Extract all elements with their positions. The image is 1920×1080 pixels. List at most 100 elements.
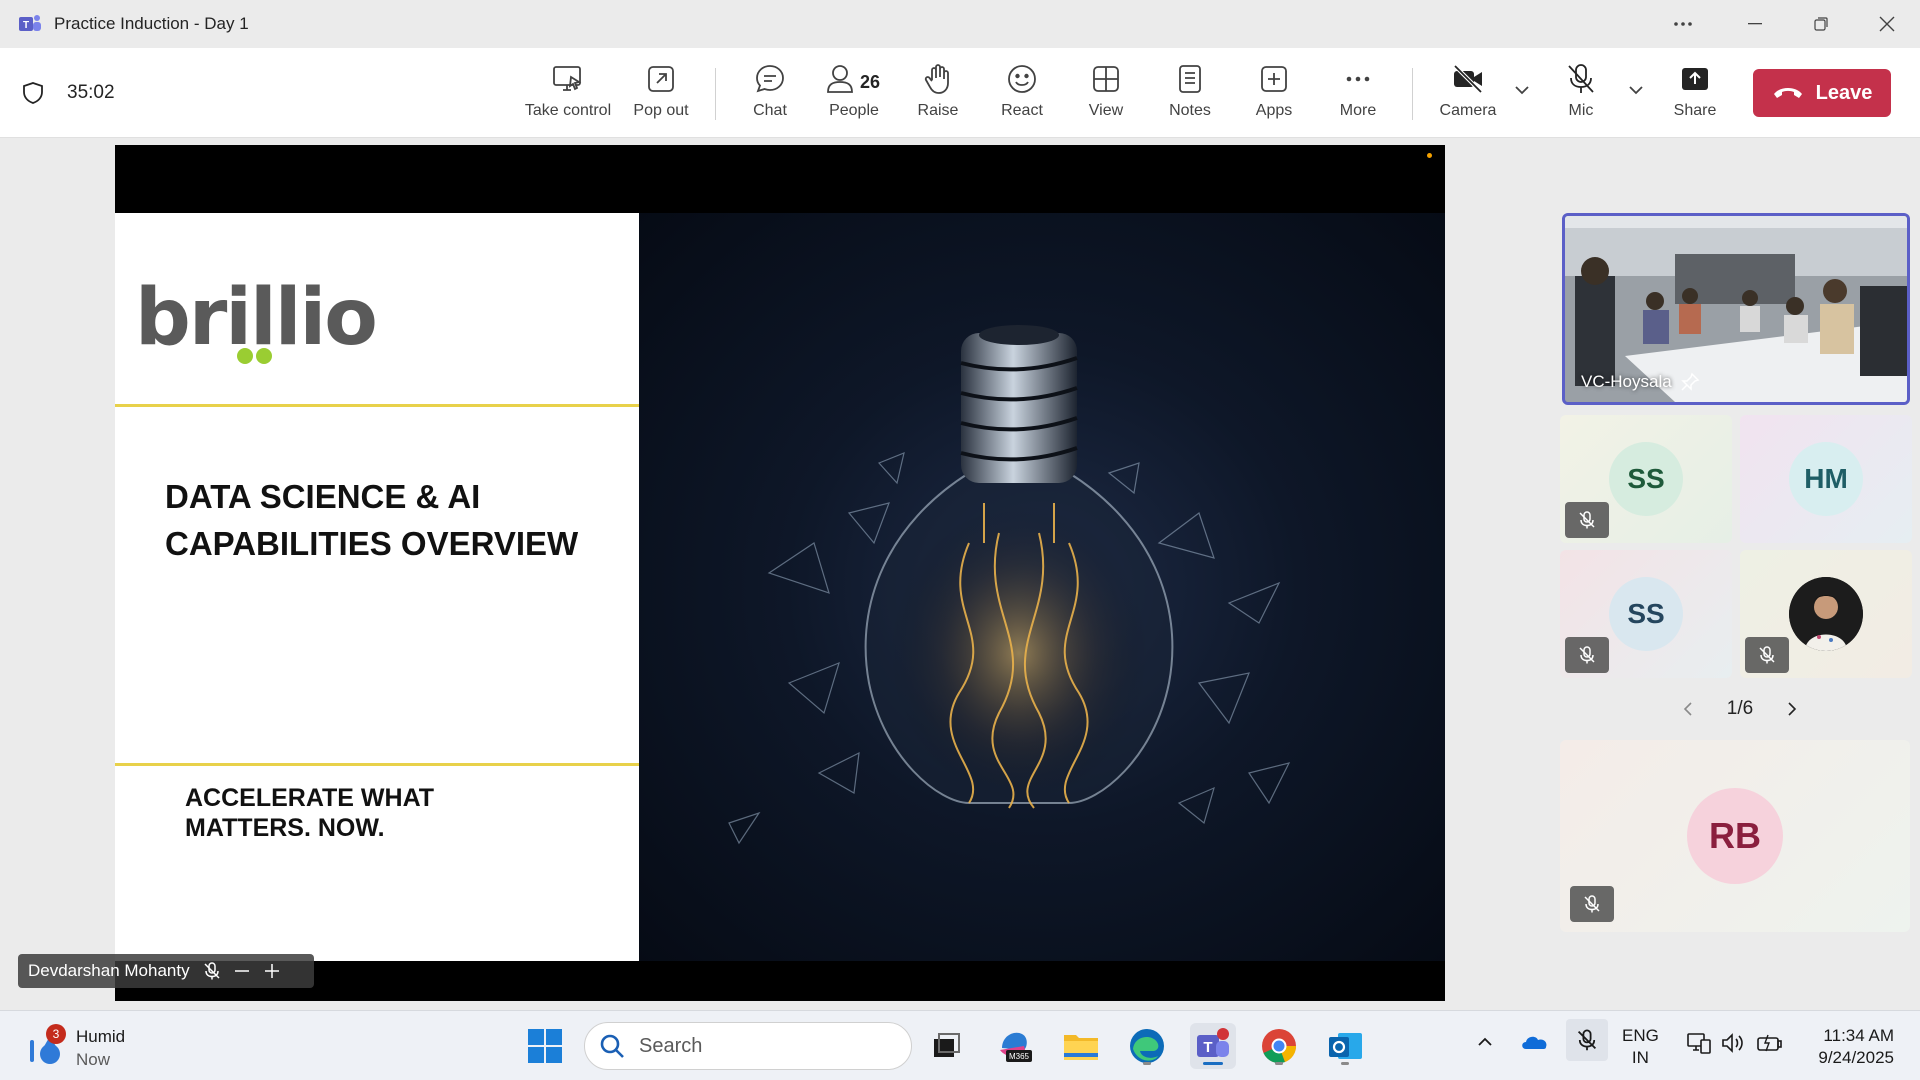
take-control-label: Take control — [524, 102, 612, 119]
outlook-app[interactable] — [1322, 1023, 1368, 1069]
recording-indicator — [1427, 153, 1432, 158]
task-view-icon — [934, 1033, 960, 1057]
mic-off-icon — [1568, 64, 1594, 93]
edge-icon — [1130, 1029, 1164, 1063]
edge-app[interactable] — [1124, 1023, 1170, 1069]
chat-button[interactable]: Chat — [735, 60, 805, 130]
chevron-right-icon[interactable] — [1782, 700, 1800, 718]
teams-icon: T — [1197, 1028, 1229, 1057]
file-explorer-app[interactable] — [1058, 1023, 1104, 1069]
restore-button[interactable] — [1788, 0, 1854, 48]
leave-label: Leave — [1815, 81, 1873, 104]
window-title: Practice Induction - Day 1 — [54, 14, 249, 33]
hang-up-icon — [1773, 88, 1802, 98]
mic-off-icon — [204, 962, 220, 980]
slide-image — [639, 213, 1445, 961]
smiley-icon — [1008, 65, 1036, 93]
pop-out-button[interactable]: Pop out — [626, 60, 696, 130]
apps-button[interactable]: Apps — [1241, 60, 1307, 130]
people-count: 26 — [860, 72, 881, 92]
toolbar-divider — [1412, 68, 1413, 120]
more-label: More — [1339, 102, 1377, 119]
participant-tile[interactable]: SS — [1560, 550, 1732, 678]
share-screen-icon — [1682, 68, 1708, 90]
toolbar-divider — [715, 68, 716, 120]
start-button[interactable] — [522, 1023, 568, 1069]
notes-button[interactable]: Notes — [1157, 60, 1223, 130]
show-hidden-icons-button[interactable] — [1474, 1031, 1496, 1053]
teams-app[interactable]: T — [1190, 1023, 1236, 1069]
shared-screen[interactable]: brillio DATA SCIENCE & AI CAPABILITIES O… — [115, 145, 1445, 1001]
weather-widget[interactable]: 3 Humid Now — [26, 1024, 126, 1071]
m365-icon: M365 — [1000, 1032, 1032, 1062]
react-button[interactable]: React — [989, 60, 1055, 130]
participant-tile[interactable]: HM — [1740, 415, 1912, 543]
chrome-icon — [1262, 1029, 1297, 1064]
input-language[interactable]: ENG IN — [1622, 1025, 1659, 1069]
task-view-button[interactable] — [923, 1023, 969, 1069]
svg-text:T: T — [1203, 1039, 1212, 1056]
camera-options-chevron-icon[interactable] — [1510, 78, 1534, 102]
avatar-photo — [1789, 577, 1863, 651]
meeting-timer: 35:02 — [67, 82, 115, 103]
more-options-icon[interactable] — [1650, 0, 1716, 48]
tray-mic-muted[interactable] — [1566, 1019, 1608, 1061]
presenter-name: Devdarshan Mohanty — [28, 961, 190, 980]
participant-tile[interactable] — [1740, 550, 1912, 678]
mic-button[interactable]: Mic — [1548, 60, 1614, 130]
mic-off-icon — [1579, 511, 1595, 529]
m365-app[interactable]: M365 — [991, 1023, 1037, 1069]
notes-icon — [1179, 65, 1201, 93]
view-button[interactable]: View — [1073, 60, 1139, 130]
folder-icon — [1064, 1035, 1098, 1060]
ellipsis-icon — [1346, 76, 1370, 82]
more-button[interactable]: More — [1325, 60, 1391, 130]
logo-dot — [237, 348, 253, 364]
slide-title-line: CAPABILITIES OVERVIEW — [165, 525, 579, 562]
running-indicator — [1275, 1062, 1283, 1065]
battery-icon[interactable] — [1756, 1031, 1784, 1055]
chrome-app[interactable] — [1256, 1023, 1302, 1069]
close-button[interactable] — [1854, 0, 1920, 48]
onedrive-icon[interactable] — [1520, 1031, 1550, 1053]
plus-icon[interactable] — [262, 961, 282, 981]
share-button[interactable]: Share — [1662, 60, 1728, 130]
raise-hand-icon — [924, 64, 949, 94]
search-icon — [600, 1034, 624, 1058]
slide-divider — [115, 404, 639, 407]
taskbar-search[interactable]: Search — [584, 1022, 912, 1070]
muted-badge — [1565, 637, 1609, 673]
mic-off-icon — [1584, 895, 1600, 913]
slide-title: DATA SCIENCE & AI CAPABILITIES OVERVIEW — [165, 473, 578, 567]
add-app-icon — [1261, 66, 1287, 92]
camera-button[interactable]: Camera — [1432, 60, 1504, 130]
muted-badge — [1565, 502, 1609, 538]
participant-name: VC-Hoysala — [1581, 372, 1672, 391]
participant-tile[interactable]: SS — [1560, 415, 1732, 543]
pop-out-label: Pop out — [633, 102, 689, 119]
weather-label: Humid — [76, 1027, 126, 1046]
teams-logo-icon: T — [19, 15, 41, 31]
minus-icon[interactable] — [232, 961, 252, 981]
leave-button[interactable]: Leave — [1753, 69, 1891, 117]
presenter-name-tag: Devdarshan Mohanty — [18, 954, 314, 988]
volume-icon[interactable] — [1720, 1031, 1746, 1055]
network-icon[interactable] — [1686, 1031, 1712, 1055]
people-button[interactable]: People — [818, 60, 890, 130]
minimize-button[interactable] — [1722, 0, 1788, 48]
chevron-up-icon — [1478, 1037, 1492, 1046]
raise-hand-button[interactable]: Raise — [905, 60, 971, 130]
chevron-left-icon[interactable] — [1680, 700, 1698, 718]
pin-icon[interactable] — [1680, 372, 1700, 392]
pinned-participant-tile[interactable]: VC-Hoysala — [1562, 213, 1910, 405]
participant-tile[interactable]: RB — [1560, 740, 1910, 932]
search-placeholder: Search — [639, 1034, 703, 1057]
mic-options-chevron-icon[interactable] — [1624, 78, 1648, 102]
language-code: ENG — [1622, 1026, 1659, 1045]
system-clock[interactable]: 11:34 AM 9/24/2025 — [1800, 1025, 1894, 1069]
logo-dot — [256, 348, 272, 364]
take-control-button[interactable]: Take control — [522, 60, 614, 130]
clock-date: 9/24/2025 — [1818, 1048, 1894, 1067]
raise-label: Raise — [917, 102, 959, 119]
shield-icon[interactable] — [22, 81, 44, 105]
